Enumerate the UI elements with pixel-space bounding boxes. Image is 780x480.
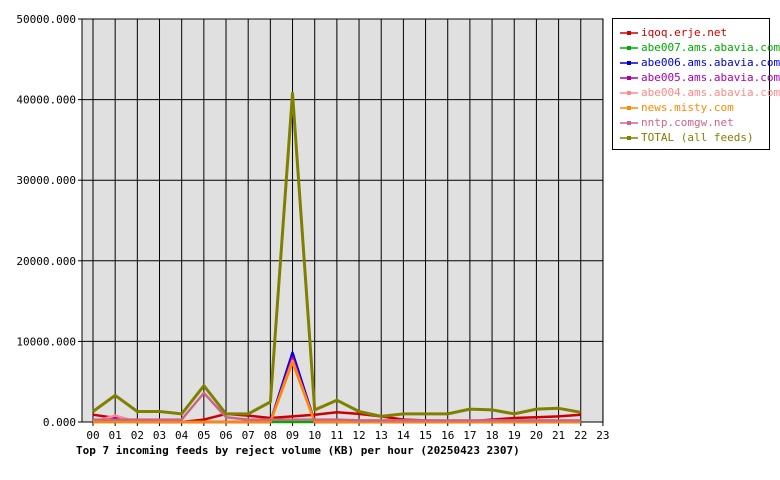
legend-item: abe006.ams.abavia.com [619, 55, 780, 70]
legend-item: abe007.ams.abavia.com [619, 40, 780, 55]
x-tick-label: 03 [153, 429, 166, 442]
y-tick-label: 10000.000 [16, 335, 76, 348]
x-tick-label: 04 [175, 429, 189, 442]
y-tick-label: 40000.000 [16, 94, 76, 107]
x-tick-label: 09 [286, 429, 299, 442]
legend-swatch [620, 91, 638, 95]
y-tick-label: 20000.000 [16, 255, 76, 268]
x-tick-label: 08 [264, 429, 277, 442]
legend-item: abe005.ams.abavia.com [619, 70, 780, 85]
legend-swatch [620, 76, 638, 80]
legend-label: abe004.ams.abavia.com [641, 86, 780, 99]
x-tick-label: 07 [242, 429, 255, 442]
x-tick-label: 11 [330, 429, 343, 442]
y-tick-label: 0.000 [43, 416, 76, 429]
x-tick-label: 21 [552, 429, 565, 442]
x-tick-label: 20 [530, 429, 543, 442]
chart-title: Top 7 incoming feeds by reject volume (K… [76, 444, 520, 457]
x-tick-label: 16 [441, 429, 454, 442]
legend-item: abe004.ams.abavia.com [619, 85, 780, 100]
legend-label: TOTAL (all feeds) [641, 131, 754, 144]
x-tick-label: 15 [419, 429, 432, 442]
x-tick-label: 02 [131, 429, 144, 442]
legend-item: iqoq.erje.net [619, 25, 727, 40]
legend-item: TOTAL (all feeds) [619, 130, 754, 145]
x-tick-label: 19 [508, 429, 521, 442]
legend-label: abe005.ams.abavia.com [641, 71, 780, 84]
x-tick-label: 23 [596, 429, 609, 442]
x-tick-label: 06 [219, 429, 232, 442]
legend-label: iqoq.erje.net [641, 26, 728, 39]
x-tick-label: 00 [86, 429, 99, 442]
x-tick-label: 22 [574, 429, 587, 442]
x-tick-label: 17 [463, 429, 476, 442]
legend-item: news.misty.com [619, 100, 734, 115]
x-tick-label: 14 [397, 429, 411, 442]
plot-area [81, 18, 604, 423]
x-tick-label: 18 [485, 429, 498, 442]
legend-item: nntp.comgw.net [619, 115, 734, 130]
legend-label: nntp.comgw.net [641, 116, 734, 129]
legend-swatch [620, 136, 638, 140]
x-tick-label: 13 [375, 429, 388, 442]
legend-swatch [620, 46, 638, 50]
legend: iqoq.erje.net abe007.ams.abavia.com abe006… [612, 18, 780, 150]
legend-swatch [620, 121, 638, 125]
x-tick-label: 05 [197, 429, 210, 442]
y-tick-label: 30000.000 [16, 174, 76, 187]
x-tick-label: 01 [109, 429, 122, 442]
legend-swatch [620, 106, 638, 110]
x-tick-label: 12 [352, 429, 365, 442]
legend-label: abe006.ams.abavia.com [641, 56, 780, 69]
legend-swatch [620, 61, 638, 65]
legend-swatch [620, 31, 638, 35]
y-tick-label: 50000.000 [16, 13, 76, 26]
legend-label: news.misty.com [641, 101, 734, 114]
x-tick-label: 10 [308, 429, 321, 442]
legend-label: abe007.ams.abavia.com [641, 41, 780, 54]
